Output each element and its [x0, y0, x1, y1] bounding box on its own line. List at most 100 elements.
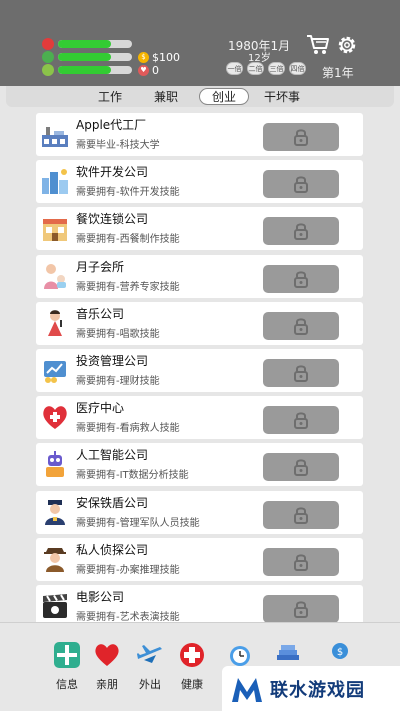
- restaurant-icon: [43, 219, 67, 242]
- business-requirement: 需要毕业-科技大学: [76, 140, 160, 151]
- nav-travel-label: 外出: [139, 678, 161, 691]
- business-card[interactable]: 私人侦探公司需要拥有-办案推理技能: [36, 537, 363, 581]
- locked-start-button[interactable]: [263, 453, 339, 482]
- business-name: 私人侦探公司: [76, 542, 149, 557]
- tab-bad-deeds[interactable]: 干坏事: [254, 88, 310, 105]
- medical-heart-icon: [43, 406, 67, 430]
- nav-travel[interactable]: 外出: [130, 641, 170, 692]
- heart-icon: [95, 644, 119, 666]
- status-bar: $ $100 ♥ 0 1980年1月 12岁 一倍 二倍 三倍 四倍 第1年: [0, 0, 400, 86]
- speed-4x-button[interactable]: 四倍: [289, 62, 306, 75]
- nav-info[interactable]: 信息: [47, 641, 87, 692]
- intellect-stat: ♥ 0: [42, 64, 159, 77]
- lock-icon: [294, 318, 308, 335]
- nav-health[interactable]: 健康: [172, 641, 212, 692]
- business-name: 投资管理公司: [76, 354, 149, 368]
- business-card[interactable]: 音乐公司需要拥有-唱歌技能: [36, 301, 363, 345]
- lock-icon: [294, 601, 308, 618]
- business-name: 软件开发公司: [76, 165, 149, 180]
- robot-icon: [46, 451, 64, 478]
- film-clapper-icon: [43, 594, 67, 618]
- business-card[interactable]: 软件开发公司 需要拥有-软件开发技能: [36, 160, 363, 204]
- health-cross-icon: [180, 643, 204, 667]
- security-guard-icon: [45, 499, 65, 525]
- airplane-icon: [137, 645, 162, 663]
- locked-start-button[interactable]: [263, 311, 339, 340]
- lock-icon: [294, 506, 308, 524]
- investment-icon: [44, 361, 66, 383]
- charm-value: 0: [152, 63, 159, 77]
- health-heart-icon: [42, 38, 54, 50]
- watermark: 联水游戏园: [222, 666, 400, 711]
- locked-start-button[interactable]: [263, 217, 339, 246]
- business-name: Apple代工厂: [76, 118, 147, 132]
- gear-icon[interactable]: [336, 34, 358, 56]
- lock-icon: [294, 365, 308, 382]
- business-name: 人工智能公司: [76, 448, 149, 463]
- mother-baby-icon: [44, 263, 66, 289]
- lock-icon: [294, 223, 308, 241]
- business-name: 安保铁盾公司: [76, 495, 149, 510]
- business-requirement: 需要拥有-管理军队人员技能: [76, 517, 200, 529]
- lock-icon: [294, 459, 308, 477]
- detective-icon: [44, 547, 66, 572]
- mood-bar-fill: [58, 53, 112, 61]
- svg-text:$: $: [337, 647, 343, 658]
- business-name: 音乐公司: [76, 306, 125, 321]
- mood-bar: [58, 53, 132, 61]
- tab-work[interactable]: 工作: [88, 88, 132, 105]
- locked-start-button[interactable]: [263, 170, 339, 199]
- intellect-bar: [58, 66, 132, 74]
- business-name: 电影公司: [76, 590, 125, 604]
- speed-1x-button[interactable]: 一倍: [226, 62, 243, 75]
- charm-icon: ♥: [138, 64, 149, 76]
- watermark-text: 联水游戏园: [270, 679, 365, 701]
- speed-2x-button[interactable]: 二倍: [247, 62, 264, 75]
- health-stat: [42, 38, 132, 50]
- business-requirement: 需要拥有-西餐制作技能: [76, 234, 180, 246]
- singer-icon: [48, 310, 62, 336]
- business-requirement: 需要拥有-办案推理技能: [76, 564, 180, 576]
- lock-icon: [294, 270, 308, 288]
- business-card[interactable]: Apple代工厂需要毕业-科技大学: [36, 113, 363, 156]
- business-requirement: 需要拥有-理财技能: [76, 376, 160, 387]
- locked-start-button[interactable]: [263, 500, 339, 529]
- speed-3x-button[interactable]: 三倍: [268, 62, 285, 75]
- business-requirement: 需要拥有-看病救人技能: [76, 423, 180, 435]
- business-card[interactable]: 餐饮连锁公司需要拥有-西餐制作技能: [36, 207, 363, 251]
- intellect-bar-fill: [58, 66, 112, 74]
- business-card[interactable]: 投资管理公司 需要拥有-理财技能: [36, 349, 363, 392]
- locked-start-button[interactable]: [263, 406, 339, 435]
- shopping-cart-icon[interactable]: [306, 34, 330, 56]
- business-name: 医疗中心: [76, 401, 125, 416]
- health-bar-fill: [58, 40, 112, 48]
- speed-controls: 一倍 二倍 三倍 四倍: [226, 62, 306, 75]
- city-icon: [42, 169, 68, 195]
- business-requirement: 需要拥有-IT数据分析技能: [76, 470, 189, 482]
- category-tabs: 工作 兼职 创业 干坏事: [6, 86, 394, 107]
- locked-start-button[interactable]: [263, 264, 339, 293]
- business-name: 餐饮连锁公司: [76, 212, 149, 227]
- charm-display: ♥ 0: [138, 64, 159, 77]
- business-card[interactable]: 安保铁盾公司需要拥有-管理军队人员技能: [36, 490, 363, 534]
- health-bar: [58, 40, 132, 48]
- year-counter: 第1年: [322, 66, 354, 80]
- tab-startup[interactable]: 创业: [199, 88, 249, 105]
- business-card[interactable]: 人工智能公司需要拥有-IT数据分析技能: [36, 443, 363, 487]
- locked-start-button[interactable]: [263, 547, 339, 576]
- lock-icon: [294, 554, 308, 571]
- coin-icon: $: [138, 51, 149, 63]
- nav-info-label: 信息: [56, 678, 78, 691]
- business-card[interactable]: 医疗中心需要拥有-看病救人技能: [36, 396, 363, 440]
- money-display: $ $100: [138, 51, 180, 64]
- business-requirement: 需要拥有-唱歌技能: [76, 328, 160, 340]
- locked-start-button[interactable]: [263, 359, 339, 387]
- tab-part-time[interactable]: 兼职: [144, 88, 188, 105]
- nav-family[interactable]: 亲朋: [87, 641, 127, 692]
- locked-start-button[interactable]: [263, 123, 339, 151]
- lock-icon: [294, 176, 308, 194]
- money-value: $100: [152, 50, 180, 64]
- brain-icon: [42, 64, 54, 76]
- locked-start-button[interactable]: [263, 595, 339, 623]
- business-card[interactable]: 月子会所 需要拥有-营养专家技能: [36, 254, 363, 298]
